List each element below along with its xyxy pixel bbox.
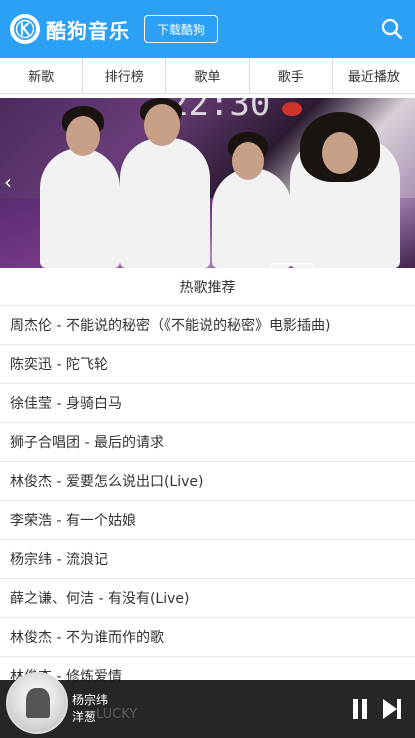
nav-playlists[interactable]: 歌单 (166, 58, 250, 93)
hot-song-list: 周杰伦 - 不能说的秘密（《不能说的秘密》电影插曲) 陈奕迅 - 陀飞轮 徐佳莹… (0, 306, 415, 696)
nav-new-songs[interactable]: 新歌 (0, 58, 84, 93)
player-artist: 杨宗纬 (72, 693, 109, 707)
logo-text: 酷狗音乐 (46, 18, 130, 43)
song-list-item[interactable]: 李荣浩 - 有一个姑娘 (0, 501, 415, 540)
pause-icon[interactable] (351, 698, 369, 720)
nav-singers[interactable]: 歌手 (250, 58, 333, 93)
main-nav: 新歌 排行榜 歌单 歌手 最近播放 (0, 58, 415, 94)
banner-indicator (270, 263, 314, 266)
kugou-logo-icon (10, 14, 40, 44)
banner-badge (282, 102, 302, 116)
banner-prev-icon[interactable]: ‹ (4, 170, 12, 194)
hot-songs-title: 热歌推荐 (0, 268, 415, 306)
song-list-item[interactable]: 狮子合唱团 - 最后的请求 (0, 423, 415, 462)
player-cover-text: LUCKY (96, 707, 138, 722)
banner-figure-head (322, 132, 358, 174)
banner-clock-text: 22:30 (168, 98, 271, 124)
song-list-item[interactable]: 杨宗纬 - 流浪记 (0, 540, 415, 579)
page: 酷狗音乐 下载酷狗 新歌 排行榜 歌单 歌手 最近播放 22:30 ‹ 热歌推荐… (0, 0, 415, 738)
banner-figure-head (232, 142, 264, 180)
nav-recent[interactable]: 最近播放 (333, 58, 415, 93)
song-list-item[interactable]: 徐佳莹 - 身骑白马 (0, 384, 415, 423)
song-list-item[interactable]: 周杰伦 - 不能说的秘密（《不能说的秘密》电影插曲) (0, 306, 415, 345)
logo[interactable]: 酷狗音乐 (10, 14, 130, 44)
next-icon[interactable] (381, 698, 403, 720)
download-app-button[interactable]: 下载酷狗 (144, 15, 219, 43)
song-list-item[interactable]: 林俊杰 - 爱要怎么说出口(Live) (0, 462, 415, 501)
song-list-item[interactable]: 陈奕迅 - 陀飞轮 (0, 345, 415, 384)
header: 酷狗音乐 下载酷狗 (0, 0, 415, 58)
nav-charts[interactable]: 排行榜 (83, 58, 167, 93)
banner-figure (212, 168, 292, 268)
search-icon[interactable] (381, 18, 403, 40)
player-cover-figure (26, 688, 50, 718)
player-album-cover[interactable] (6, 672, 68, 734)
banner-figure-head (66, 116, 100, 156)
banner-figure (120, 138, 210, 268)
song-list-item[interactable]: 林俊杰 - 不为谁而作的歌 (0, 618, 415, 657)
banner-carousel[interactable]: 22:30 ‹ (0, 98, 415, 268)
song-list-item[interactable]: 薛之谦、何洁 - 有没有(Live) (0, 579, 415, 618)
banner-figure-head (144, 104, 180, 146)
banner-figure (40, 148, 120, 268)
